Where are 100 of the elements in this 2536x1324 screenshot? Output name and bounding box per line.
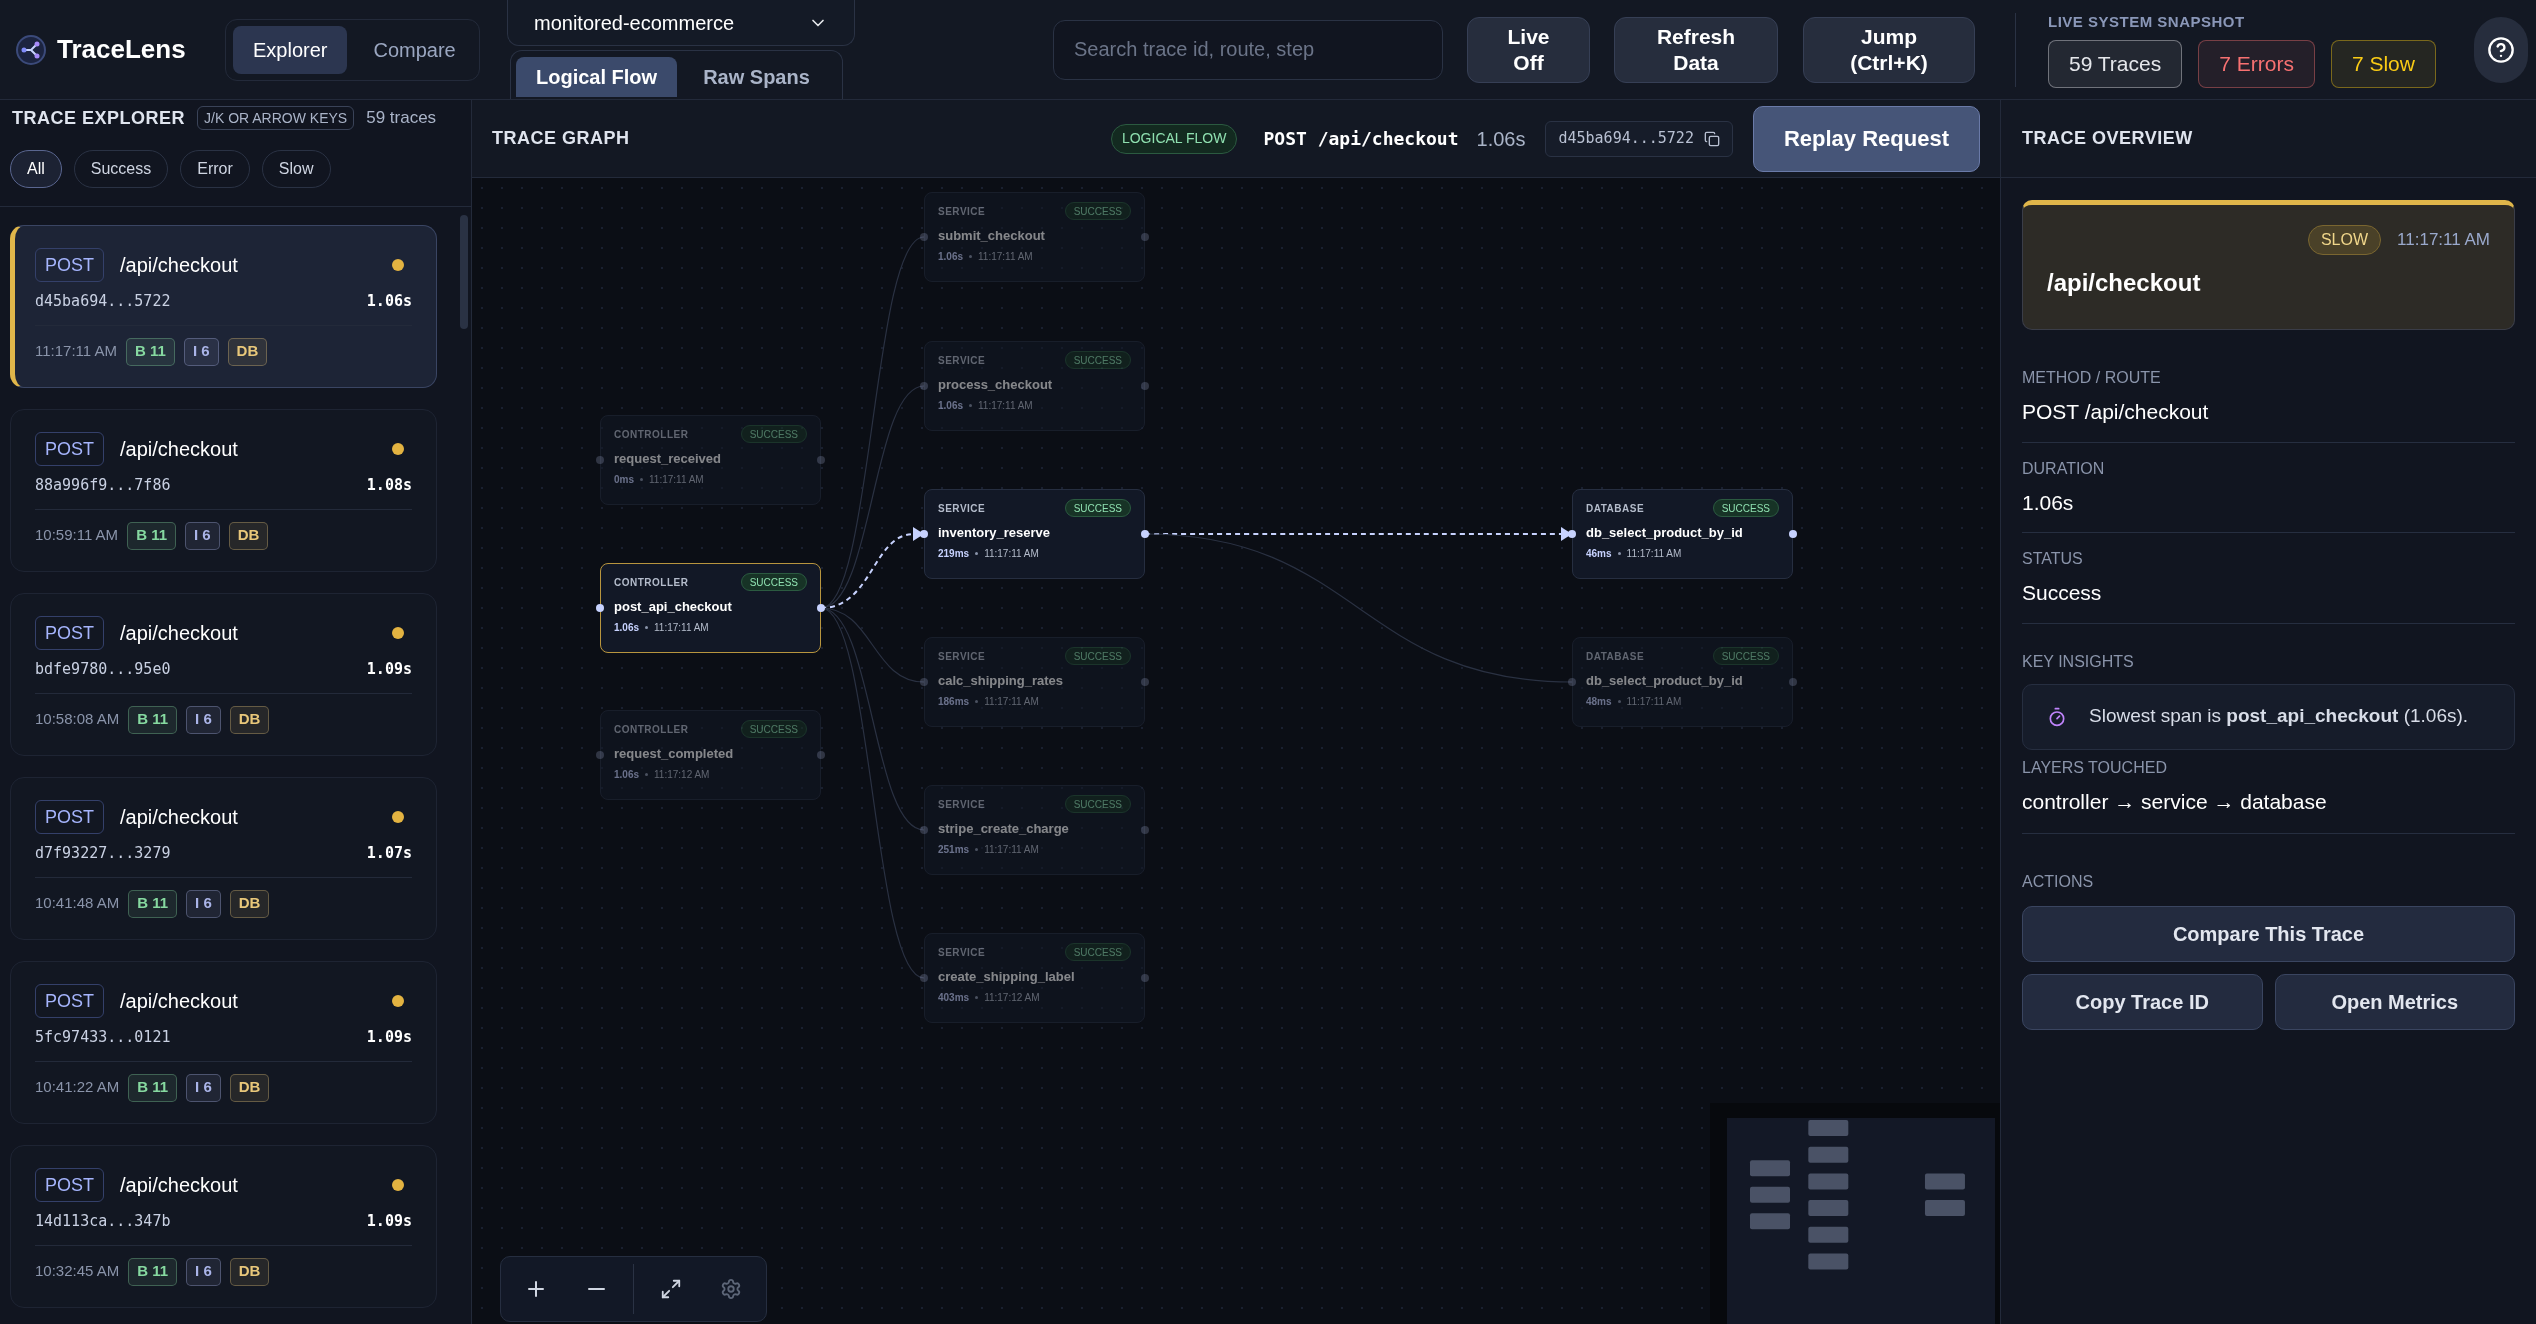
- project-select[interactable]: monitored-ecommerce: [507, 0, 855, 47]
- span-duration: 0ms: [614, 472, 634, 487]
- layer-label: SERVICE: [938, 501, 986, 516]
- keyboard-hint: J/K OR ARROW KEYS: [197, 106, 355, 130]
- span-node[interactable]: SERVICE SUCCESS inventory_reserve 219ms 11:17:11 AM: [924, 489, 1145, 579]
- trace-id: bdfe9780...95e0: [35, 659, 171, 680]
- snapshot-chip: 59 Traces: [2048, 39, 2183, 88]
- action-button[interactable]: Copy Trace ID: [2022, 974, 2263, 1030]
- field-label: METHOD / ROUTE: [2022, 368, 2162, 388]
- span-node[interactable]: SERVICE SUCCESS calc_shipping_rates 186ms 11:17:11 AM: [924, 637, 1145, 727]
- route-text: /api/checkout: [120, 1173, 238, 1198]
- layer-label: SERVICE: [938, 649, 986, 664]
- field-label: LAYERS TOUCHED: [2022, 757, 2168, 778]
- trace-card[interactable]: POST /api/checkout 5fc97433...0121 1.09s 10:41:22 AM B 11 I 6 DB: [10, 961, 437, 1124]
- route-text: /api/checkout: [120, 805, 238, 830]
- search-field[interactable]: Search trace id, route, step: [1053, 19, 1443, 80]
- logo-icon: [15, 33, 47, 66]
- filter-pill[interactable]: All: [10, 150, 62, 188]
- stopwatch-icon: [2047, 706, 2067, 727]
- mode-tab[interactable]: Compare: [353, 25, 476, 74]
- span-node[interactable]: SERVICE SUCCESS create_shipping_label 403ms 11:17:12 AM: [924, 933, 1145, 1023]
- toolbar-button[interactable]: Refresh Data: [1614, 16, 1778, 83]
- view-tab[interactable]: Logical Flow: [516, 57, 678, 98]
- layer-badge: B 11: [128, 1257, 178, 1286]
- trace-id: 14d113ca...347b: [35, 1211, 171, 1232]
- layer-badge: B 11: [128, 889, 178, 918]
- trace-card[interactable]: POST /api/checkout 88a996f9...7f86 1.08s 10:59:11 AM B 11 I 6 DB: [10, 409, 437, 572]
- span-name: calc_shipping_rates: [938, 672, 1064, 690]
- method-tag: POST: [35, 248, 104, 282]
- layer-badge: B 11: [128, 1073, 178, 1102]
- method-tag: POST: [35, 432, 104, 466]
- span-node[interactable]: CONTROLLER SUCCESS post_api_checkout 1.06s 11:17:11 AM: [600, 563, 821, 653]
- request-duration: 1.06s: [1476, 126, 1526, 152]
- span-time: 11:17:11 AM: [978, 249, 1033, 264]
- route-text: /api/checkout: [120, 253, 238, 278]
- action-button[interactable]: Open Metrics: [2274, 974, 2515, 1030]
- span-duration: 1.06s: [938, 249, 964, 264]
- trace-duration: 1.09s: [366, 1027, 412, 1048]
- trace-id: d45ba694...5722: [35, 291, 171, 312]
- status-tag: SUCCESS: [740, 425, 807, 443]
- status-tag: SUCCESS: [740, 573, 807, 591]
- method-tag: POST: [35, 616, 104, 650]
- view-tab[interactable]: Raw Spans: [683, 57, 830, 98]
- trace-time: 10:41:22 AM: [35, 1077, 120, 1098]
- span-time: 11:17:11 AM: [1626, 546, 1682, 561]
- help-button[interactable]: [2474, 16, 2528, 83]
- route-text: /api/checkout: [120, 437, 238, 462]
- trace-id: 88a996f9...7f86: [35, 475, 171, 496]
- mode-tab[interactable]: Explorer: [233, 25, 348, 74]
- layer-label: DATABASE: [1586, 501, 1645, 516]
- trace-time: 10:41:48 AM: [35, 893, 120, 914]
- span-node[interactable]: SERVICE SUCCESS stripe_create_charge 251ms 11:17:11 AM: [924, 785, 1145, 875]
- trace-count: 59 traces: [366, 107, 437, 130]
- span-node[interactable]: SERVICE SUCCESS submit_checkout 1.06s 11:17:11 AM: [924, 192, 1145, 282]
- field-label: STATUS: [2022, 549, 2084, 569]
- snapshot-chip: 7 Errors: [2198, 39, 2315, 88]
- layer-badge: DB: [229, 889, 270, 918]
- layer-badge: DB: [228, 521, 269, 550]
- replay-button[interactable]: Replay Request: [1752, 105, 1980, 172]
- trace-time: 10:59:11 AM: [35, 525, 119, 546]
- scrollbar[interactable]: [460, 215, 468, 329]
- trace-id: d7f93227...3279: [35, 843, 171, 864]
- field-value: POST /api/checkout: [2022, 399, 2210, 425]
- span-time: 11:17:11 AM: [984, 842, 1039, 857]
- span-node[interactable]: DATABASE SUCCESS db_select_product_by_id 46ms 11:17:11 AM: [1572, 489, 1793, 579]
- span-node[interactable]: CONTROLLER SUCCESS request_completed 1.06s 11:17:12 AM: [600, 710, 821, 800]
- snapshot-chip: 7 Slow: [2330, 39, 2436, 88]
- layer-badge: I 6: [186, 1257, 221, 1286]
- span-node[interactable]: SERVICE SUCCESS process_checkout 1.06s 11:17:11 AM: [924, 341, 1145, 431]
- span-name: stripe_create_charge: [938, 820, 1070, 838]
- layer-badge: I 6: [186, 705, 221, 734]
- trace-id-copy[interactable]: d45ba694...5722: [1545, 120, 1733, 157]
- toolbar-button[interactable]: Jump (Ctrl+K): [1803, 16, 1975, 83]
- method-tag: POST: [35, 1168, 104, 1202]
- trace-duration: 1.08s: [366, 475, 412, 496]
- layer-label: DATABASE: [1586, 649, 1645, 664]
- route-text: /api/checkout: [120, 989, 238, 1014]
- span-node[interactable]: CONTROLLER SUCCESS request_received 0ms 11:17:11 AM: [600, 415, 821, 505]
- field-label: ACTIONS: [2022, 872, 2095, 892]
- action-button[interactable]: Compare This Trace: [2022, 906, 2515, 962]
- span-duration: 48ms: [1586, 694, 1612, 709]
- toolbar-button[interactable]: Live Off: [1467, 16, 1590, 83]
- trace-card[interactable]: POST /api/checkout bdfe9780...95e0 1.09s 10:58:08 AM B 11 I 6 DB: [10, 593, 437, 756]
- span-name: request_completed: [614, 745, 735, 763]
- mode-tag: LOGICAL FLOW: [1110, 123, 1238, 154]
- status-tag: SUCCESS: [1064, 499, 1131, 517]
- span-time: 11:17:11 AM: [649, 472, 704, 487]
- layer-badge: B 11: [127, 521, 176, 550]
- trace-time: 10:58:08 AM: [35, 709, 120, 730]
- span-time: 11:17:11 AM: [984, 546, 1039, 561]
- slow-tag: SLOW: [2307, 225, 2382, 255]
- trace-card[interactable]: POST /api/checkout d45ba694...5722 1.06s 11:17:11 AM B 11 I 6 DB: [10, 225, 437, 388]
- help-icon: [2487, 35, 2515, 64]
- span-time: 11:17:12 AM: [654, 767, 710, 782]
- trace-card[interactable]: POST /api/checkout 14d113ca...347b 1.09s 10:32:45 AM B 11 I 6 DB: [10, 1145, 437, 1308]
- trace-duration: 1.06s: [366, 291, 412, 312]
- trace-card[interactable]: POST /api/checkout d7f93227...3279 1.07s 10:41:48 AM B 11 I 6 DB: [10, 777, 437, 940]
- field-value: Success: [2022, 580, 2103, 606]
- span-name: request_received: [614, 450, 722, 468]
- span-node[interactable]: DATABASE SUCCESS db_select_product_by_id 48ms 11:17:11 AM: [1572, 637, 1793, 727]
